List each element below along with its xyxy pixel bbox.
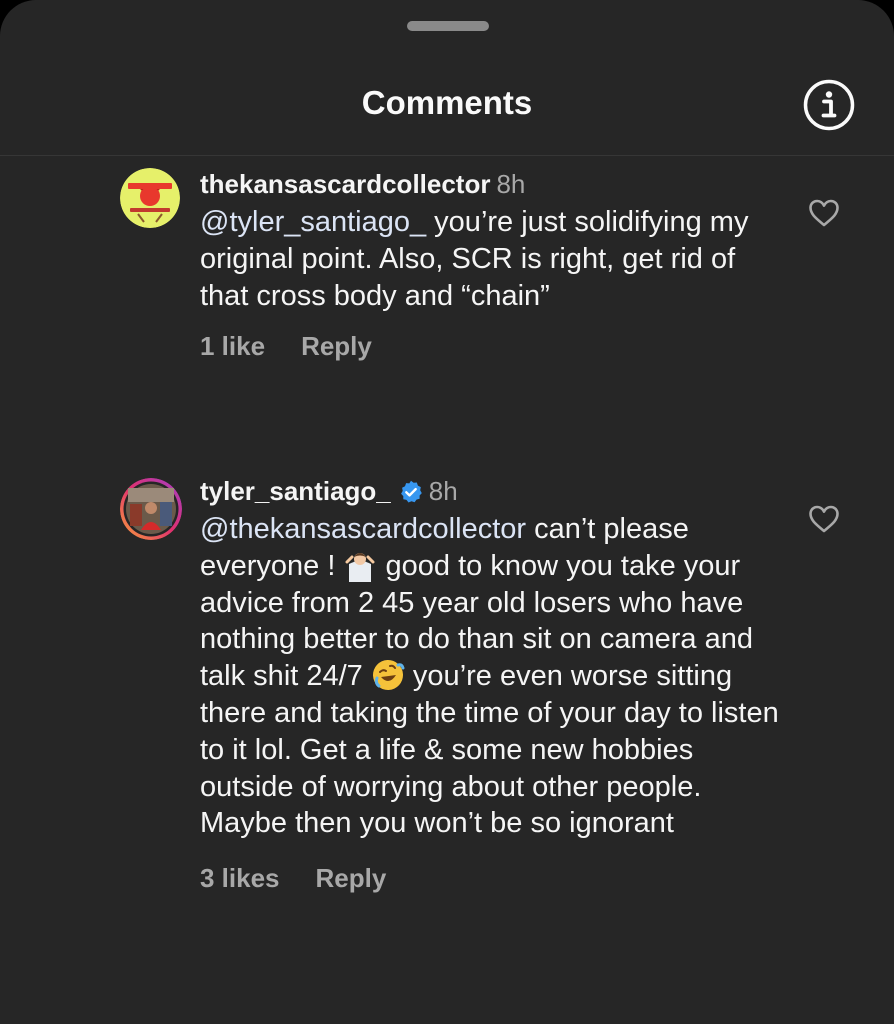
comment-time: 8h xyxy=(496,169,526,199)
page-title: Comments xyxy=(361,84,533,121)
verified-badge-icon xyxy=(400,480,422,503)
comment-meta: thekansascardcollector 8h xyxy=(200,168,790,200)
comment-actions: 1 like Reply xyxy=(200,331,790,362)
comment-meta: tyler_santiago_ 8h xyxy=(200,475,790,507)
comment-username[interactable]: tyler_santiago_ xyxy=(200,476,391,506)
man-shrugging-emoji xyxy=(345,552,375,582)
comment-time: 8h xyxy=(428,476,458,506)
header-divider xyxy=(0,155,894,156)
reply-button[interactable]: Reply xyxy=(316,863,387,893)
comment-body: thekansascardcollector 8h @tyler_santiago… xyxy=(200,168,790,362)
comment-mention[interactable]: @thekansascardcollector xyxy=(200,513,526,545)
comment-username[interactable]: thekansascardcollector xyxy=(200,169,490,199)
avatar-logo-icon[interactable] xyxy=(120,168,180,228)
avatar-photo-icon[interactable] xyxy=(120,478,182,540)
drag-handle[interactable] xyxy=(407,21,489,31)
likes-count[interactable]: 3 likes xyxy=(200,863,280,893)
comment-mention[interactable]: @tyler_santiago_ xyxy=(200,206,426,238)
comment-text: @tyler_santiago_ you’re just solidifying… xyxy=(200,204,790,314)
comment-actions: 3 likes Reply xyxy=(200,863,790,894)
likes-count[interactable]: 1 like xyxy=(200,331,265,361)
heart-icon[interactable] xyxy=(808,504,840,534)
comment-body: tyler_santiago_ 8h @thekansascardcollecto… xyxy=(200,475,790,894)
comments-sheet: Comments thekansascardcollector 8h @tyler… xyxy=(0,0,894,1024)
heart-icon[interactable] xyxy=(808,198,840,228)
rolling-on-floor-laughing-emoji xyxy=(372,660,405,691)
info-circle-icon[interactable] xyxy=(802,78,856,132)
reply-button[interactable]: Reply xyxy=(301,331,372,361)
comment-text: @thekansascardcollector can’t please eve… xyxy=(200,511,790,842)
